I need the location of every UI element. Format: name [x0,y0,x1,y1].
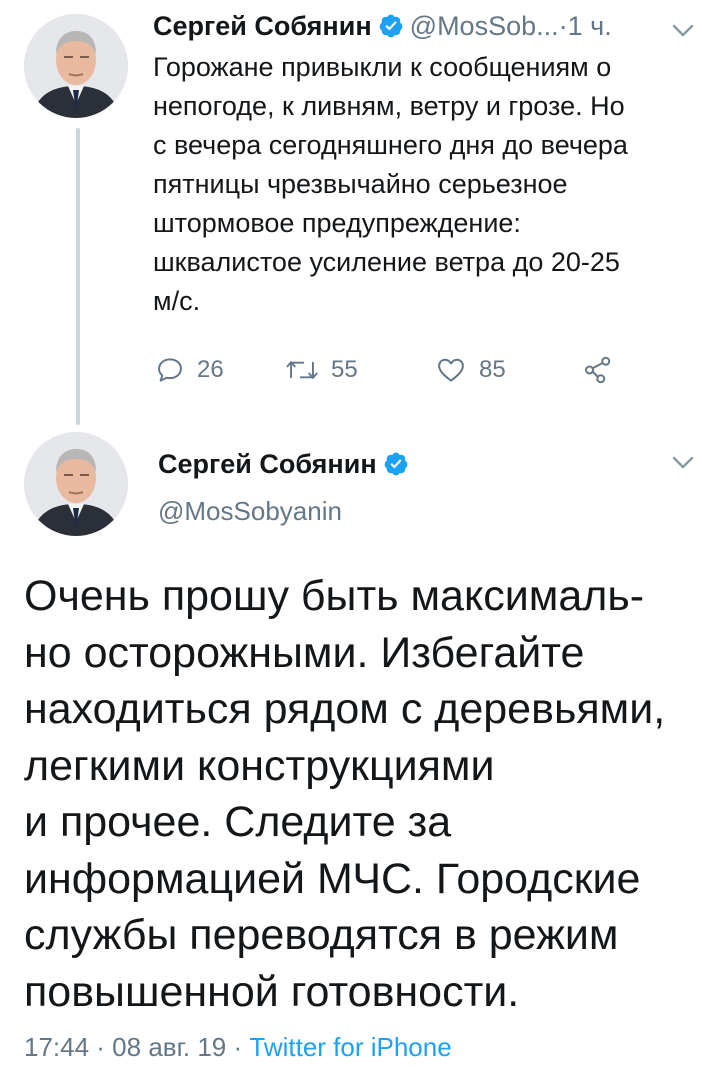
chevron-down-icon[interactable] [672,456,694,470]
reply-icon [158,358,182,382]
tweet-timestamp: 17:44 · 08 авг. 19 · [24,1032,250,1062]
like-count: 85 [479,356,506,383]
author-name[interactable]: Сергей Собянин [153,11,372,42]
avatar[interactable] [24,432,128,536]
verified-badge-icon [379,14,403,38]
thread-connector-line [76,128,80,425]
reply-button[interactable]: 26 [155,348,224,392]
tweet-source-link[interactable]: Twitter for iPhone [249,1032,451,1062]
reply-count: 26 [197,356,224,383]
chevron-down-icon[interactable] [672,24,694,38]
tweet-time[interactable]: 1 ч. [568,11,612,42]
tweet-text: Очень прошу быть максималь- но осторожны… [24,572,666,1016]
verified-badge-icon [384,452,408,476]
tweet-header: Сергей Собянин @MosSob... · 1 ч. [153,8,612,44]
author-name[interactable]: Сергей Собянин [158,449,377,480]
retweet-button[interactable]: 55 [285,348,358,392]
author-handle[interactable]: @MosSobyanin [158,496,342,527]
share-button[interactable] [581,348,613,392]
tweet-meta: 17:44 · 08 авг. 19 · Twitter for iPhone [24,1032,452,1063]
tweet-actions: 26 55 85 [155,348,625,392]
share-icon [585,356,611,384]
like-button[interactable]: 85 [435,348,506,392]
tweet-text: Горожане привыкли к сообщениям о непогод… [153,52,628,316]
retweet-icon [286,361,318,379]
author-handle[interactable]: @MosSob... [410,11,559,42]
heart-icon [438,358,464,382]
tweet-header: Сергей Собянин [158,446,409,482]
avatar[interactable] [24,14,128,118]
retweet-count: 55 [331,356,358,383]
separator-dot: · [558,10,568,41]
